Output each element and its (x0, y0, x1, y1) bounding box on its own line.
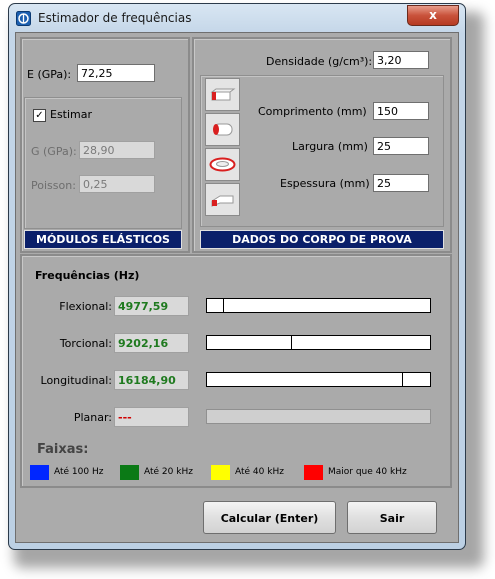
torsional-label: Torcional: (59, 337, 112, 350)
level-marker (291, 336, 292, 349)
close-icon: x (429, 8, 437, 22)
app-logo-icon (16, 11, 31, 26)
density-input[interactable]: 3,20 (373, 51, 429, 69)
window-client-area: E (GPa): 72,25 ✓ Estimar G (GPa): 28,90 … (15, 32, 459, 543)
g-input[interactable]: 28,90 (79, 141, 155, 159)
exit-button[interactable]: Sair (347, 501, 437, 534)
band-label: Maior que 40 kHz (328, 467, 407, 477)
other-shape-button[interactable] (205, 183, 240, 216)
dimensions-group: Comprimento (mm) 150 Largura (mm) 25 Esp… (200, 75, 444, 227)
e-label: E (GPa): (27, 68, 72, 81)
elastic-moduli-bar: MÓDULOS ELÁSTICOS (24, 230, 182, 249)
band-label: Até 100 Hz (54, 467, 104, 477)
flexional-label: Flexional: (59, 300, 112, 313)
band-swatch (30, 465, 49, 480)
window-title: Estimador de frequências (38, 11, 192, 25)
density-label: Densidade (g/cm³): (266, 55, 373, 68)
estimate-label: Estimar (50, 108, 93, 121)
longitudinal-level-bar (206, 372, 431, 387)
band-swatch (120, 465, 139, 480)
poisson-label: Poisson: (31, 179, 76, 192)
longitudinal-value: 16184,90 (114, 370, 189, 390)
close-button[interactable]: x (407, 5, 459, 26)
calculate-button[interactable]: Calcular (Enter) (203, 501, 336, 534)
g-label: G (GPa): (31, 145, 77, 158)
width-label: Largura (mm) (292, 140, 368, 153)
title-bar[interactable]: Estimador de frequências x (9, 4, 465, 32)
frequencies-title: Frequências (Hz) (35, 269, 140, 282)
estimator-window: Estimador de frequências x E (GPa): 72,2… (8, 3, 466, 550)
flexional-level-bar (206, 298, 431, 313)
band-swatch (211, 465, 230, 480)
frequencies-panel: Frequências (Hz) Flexional: 4977,59 Torc… (20, 254, 452, 488)
band-label: Até 20 kHz (144, 467, 193, 477)
specimen-data-bar: DADOS DO CORPO DE PROVA (200, 230, 444, 249)
disc-shape-button[interactable] (205, 148, 240, 181)
width-input[interactable]: 25 (373, 137, 429, 155)
other-shape-icon (211, 195, 234, 207)
planar-value: --- (114, 407, 189, 427)
cylinder-shape-button[interactable] (205, 113, 240, 146)
band-label: Até 40 kHz (235, 467, 284, 477)
level-marker (223, 299, 224, 312)
disc-shape-icon (209, 157, 236, 172)
planar-label: Planar: (73, 411, 112, 424)
torsional-value: 9202,16 (114, 333, 189, 353)
elastic-moduli-panel: E (GPa): 72,25 ✓ Estimar G (GPa): 28,90 … (20, 37, 190, 253)
estimate-checkbox[interactable]: ✓ (33, 109, 46, 122)
thickness-label: Espessura (mm) (280, 177, 370, 190)
thickness-input[interactable]: 25 (373, 174, 429, 192)
length-label: Comprimento (mm) (258, 105, 367, 118)
estimate-group: ✓ Estimar G (GPa): 28,90 Poisson: 0,25 (24, 97, 182, 229)
band-swatch (304, 465, 323, 480)
bands-title: Faixas: (37, 442, 89, 457)
poisson-input[interactable]: 0,25 (79, 175, 155, 193)
cylinder-shape-icon (213, 123, 233, 136)
longitudinal-label: Longitudinal: (40, 374, 112, 387)
e-input[interactable]: 72,25 (77, 64, 155, 82)
torsional-level-bar (206, 335, 431, 350)
bar-shape-icon (210, 88, 236, 101)
level-marker (402, 373, 403, 386)
bar-shape-button[interactable] (205, 78, 240, 111)
length-input[interactable]: 150 (373, 102, 429, 120)
planar-level-bar (206, 409, 431, 424)
flexional-value: 4977,59 (114, 296, 189, 316)
specimen-data-panel: Densidade (g/cm³): 3,20 Comprimento (mm)… (192, 37, 452, 253)
